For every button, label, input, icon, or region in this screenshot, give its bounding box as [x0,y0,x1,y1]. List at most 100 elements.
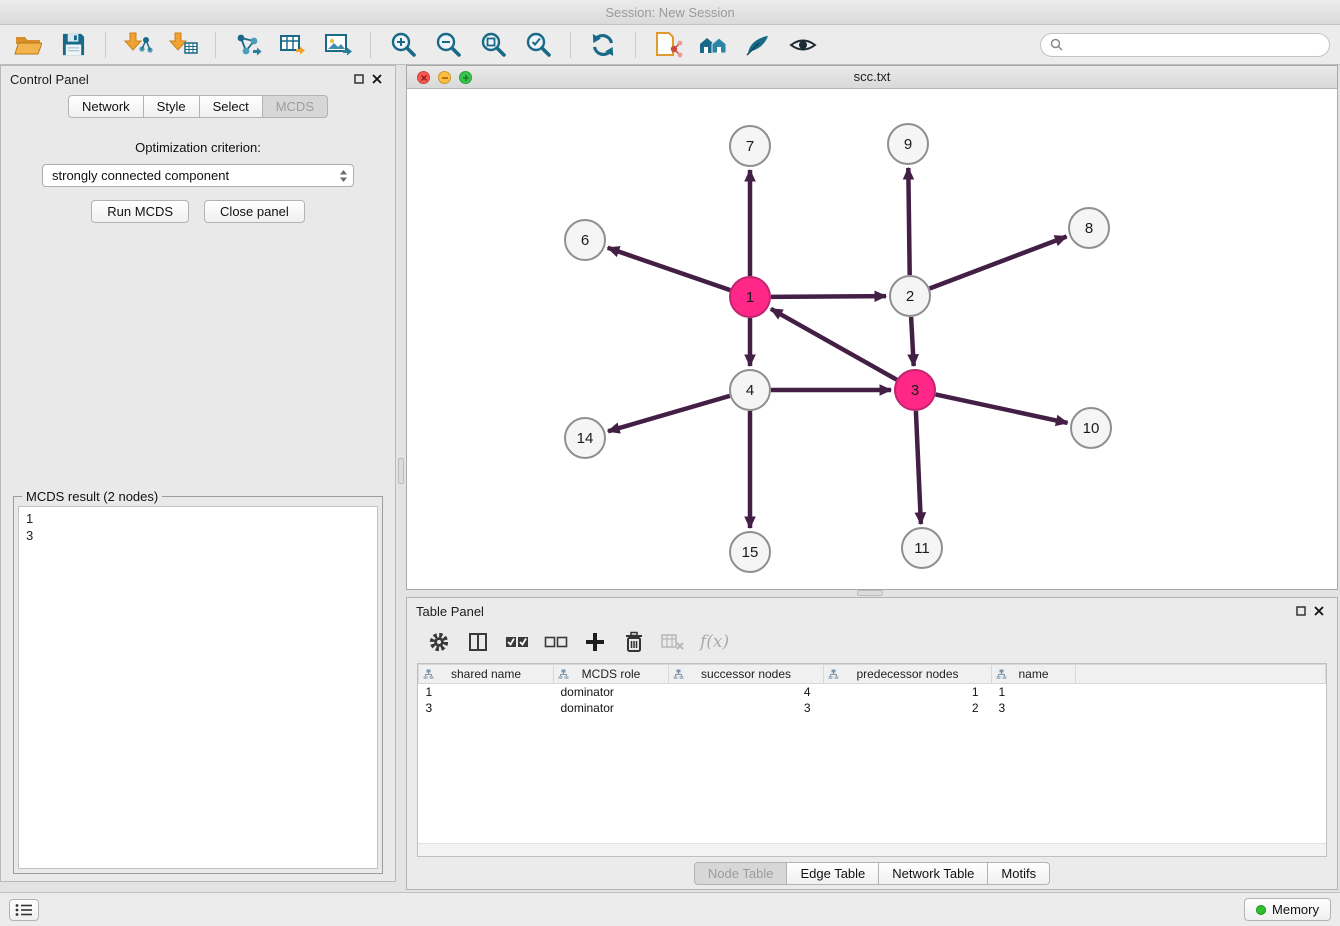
import-table-button[interactable] [165,29,201,61]
graph-edge-2-3[interactable] [911,317,914,366]
zoom-in-button[interactable] [385,29,421,61]
control-tab-select[interactable]: Select [200,95,263,118]
new-network-from-selection-button[interactable] [650,29,686,61]
maximize-window-button[interactable] [459,71,472,84]
fx-icon: f(x) [700,632,729,652]
search-field[interactable] [1040,33,1330,57]
column-header-filler [1076,665,1326,684]
float-panel-button[interactable] [350,70,368,88]
column-header-successor-nodes[interactable]: successor nodes [669,665,824,684]
zoom-out-button[interactable] [430,29,466,61]
open-session-button[interactable] [10,29,46,61]
table-tab-node-table[interactable]: Node Table [694,862,788,885]
window-titlebar: Session: New Session [0,0,1340,25]
close-panel-action-button[interactable]: Close panel [204,200,305,223]
show-columns-button[interactable] [466,629,490,655]
graph-edge-2-8[interactable] [930,237,1067,289]
close-icon [420,74,428,82]
table-tab-motifs[interactable]: Motifs [988,862,1050,885]
column-label: name [1018,667,1048,681]
table-cell[interactable]: 1 [419,684,554,700]
column-header-mcds-role[interactable]: MCDS role [554,665,669,684]
create-column-button[interactable] [583,629,607,655]
delete-table-button[interactable] [661,629,685,655]
graph-edge-3-11[interactable] [916,411,921,524]
export-image-button[interactable] [320,29,356,61]
control-tab-mcds[interactable]: MCDS [263,95,328,118]
export-table-button[interactable] [275,29,311,61]
graph-edge-3-1[interactable] [771,309,897,380]
control-tab-network[interactable]: Network [68,95,144,118]
mcds-result-item[interactable]: 3 [26,527,370,544]
table-cell[interactable]: dominator [554,700,669,716]
import-table-icon [168,32,198,58]
graph-edge-1-6[interactable] [608,248,731,290]
open-folder-icon [14,33,42,57]
column-header-predecessor-nodes[interactable]: predecessor nodes [824,665,992,684]
function-builder-button[interactable]: f(x) [700,629,729,655]
memory-button[interactable]: Memory [1244,898,1331,921]
minimize-window-button[interactable] [438,71,451,84]
select-stepper-icon [339,169,348,183]
network-window-titlebar[interactable]: scc.txt [407,66,1337,89]
column-header-name[interactable]: name [992,665,1076,684]
show-panels-button[interactable] [9,899,39,921]
toolbar-separator [370,32,371,58]
table-row[interactable]: 3dominator323 [419,700,1326,716]
table-row[interactable]: 1dominator411 [419,684,1326,700]
graph-edge-3-10[interactable] [936,394,1068,423]
zoom-selected-button[interactable] [520,29,556,61]
first-neighbors-button[interactable] [695,29,731,61]
close-panel-button[interactable] [368,70,386,88]
graph-edge-4-14[interactable] [608,396,730,431]
table-cell[interactable]: 3 [669,700,824,716]
zoom-fit-icon [480,31,507,58]
float-table-panel-button[interactable] [1292,602,1310,620]
floppy-disk-icon [61,32,86,57]
table-horizontal-scrollbar[interactable] [418,843,1326,856]
table-settings-button[interactable] [427,629,451,655]
table-cell[interactable]: 2 [824,700,992,716]
save-session-button[interactable] [55,29,91,61]
control-tab-style[interactable]: Style [144,95,200,118]
graphics-details-button[interactable] [785,29,821,61]
criterion-select[interactable]: strongly connected component [42,164,354,187]
graph-node-label: 2 [906,288,914,305]
graph-edge-2-9[interactable] [908,168,909,275]
network-canvas[interactable]: 7968124314101511 [407,89,1337,589]
mcds-result-item[interactable]: 1 [26,510,370,527]
import-network-button[interactable] [120,29,156,61]
table-cell[interactable]: 3 [419,700,554,716]
document-network-icon [653,32,683,58]
node-table: shared nameMCDS rolesuccessor nodesprede… [417,663,1327,857]
mcds-result-list[interactable]: 13 [18,506,378,869]
table-cell[interactable]: 1 [992,684,1076,700]
toolbar-separator [215,32,216,58]
graph-node-label: 10 [1083,420,1100,437]
table-cell[interactable]: dominator [554,684,669,700]
close-window-button[interactable] [417,71,430,84]
apply-style-button[interactable] [740,29,776,61]
table-tab-edge-table[interactable]: Edge Table [787,862,879,885]
select-all-columns-button[interactable] [505,629,529,655]
delete-columns-button[interactable] [622,629,646,655]
table-tab-network-table[interactable]: Network Table [879,862,988,885]
unselect-all-columns-button[interactable] [544,629,568,655]
table-cell[interactable]: 1 [824,684,992,700]
node-table-grid: shared nameMCDS rolesuccessor nodesprede… [418,664,1326,716]
column-header-shared-name[interactable]: shared name [419,665,554,684]
memory-label: Memory [1272,902,1319,917]
zoom-fit-button[interactable] [475,29,511,61]
graph-edge-1-2[interactable] [771,296,886,297]
vertical-splitter-handle[interactable] [398,458,404,484]
search-input[interactable] [1068,37,1320,52]
table-cell[interactable]: 4 [669,684,824,700]
table-cell[interactable]: 3 [992,700,1076,716]
close-table-panel-button[interactable] [1310,602,1328,620]
trash-icon [624,631,644,653]
table-cell-filler [1076,700,1326,716]
export-network-button[interactable] [230,29,266,61]
run-mcds-button[interactable]: Run MCDS [91,200,189,223]
horizontal-splitter-handle[interactable] [857,590,883,596]
apply-layout-button[interactable] [585,29,621,61]
